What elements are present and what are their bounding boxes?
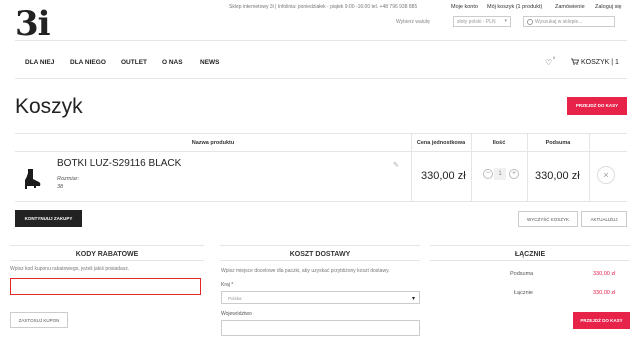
table-top-border bbox=[15, 133, 627, 134]
infoline: Sklep internetowy 3i | Infolinia: ponied… bbox=[229, 4, 418, 10]
chevron-down-icon: ▾ bbox=[504, 18, 507, 24]
chevron-down-icon: ▾ bbox=[411, 296, 415, 302]
logo[interactable]: 3i bbox=[15, 6, 51, 42]
checkout-button-top[interactable]: PRZEJDŹ DO KASY bbox=[567, 97, 627, 115]
update-cart-button[interactable]: AKTUALIZUJ bbox=[581, 211, 627, 227]
unit-price: 330,00 zł bbox=[421, 170, 466, 182]
subtotal-value: 330,00 zł bbox=[593, 271, 616, 277]
col-divider bbox=[527, 133, 528, 201]
country-label: Kraj * bbox=[221, 282, 234, 288]
minus-icon[interactable]: − bbox=[483, 169, 493, 179]
coupon-input[interactable] bbox=[10, 278, 201, 295]
section-divider bbox=[10, 245, 204, 246]
total-value: 330,00 zł bbox=[593, 290, 616, 296]
quantity-input[interactable]: 1 bbox=[494, 168, 506, 180]
checkout-button-bottom[interactable]: PRZEJDŹ DO KASY bbox=[573, 312, 630, 329]
shipping-hint: Wpisz miejsce docelowe dla paczki, aby u… bbox=[221, 268, 390, 274]
section-divider bbox=[220, 245, 420, 246]
link-order[interactable]: Zamówienie bbox=[555, 4, 585, 10]
region-label: Województwo bbox=[221, 311, 252, 317]
nav-outlet[interactable]: OUTLET bbox=[121, 59, 147, 66]
page-title: Koszyk bbox=[15, 95, 83, 118]
discount-title: KODY RABATOWE bbox=[75, 251, 139, 258]
th-product: Nazwa produktu bbox=[191, 140, 235, 146]
cart-icon bbox=[571, 58, 580, 65]
th-unit-price: Cena jednostkowa bbox=[416, 140, 466, 146]
header-divider bbox=[15, 40, 627, 41]
search-placeholder: Wyszukaj w sklepie... bbox=[535, 19, 583, 25]
product-attr-value: 38 bbox=[57, 184, 64, 190]
section-divider bbox=[430, 260, 630, 261]
continue-shopping-button[interactable]: KONTYNUUJ ZAKUPY bbox=[15, 210, 82, 227]
th-qty: Ilość bbox=[492, 140, 506, 146]
nav-o-nas[interactable]: O NAS bbox=[162, 59, 183, 66]
clear-cart-button[interactable]: WYCZYŚĆ KOSZYK bbox=[518, 211, 578, 227]
heart-icon[interactable]: ♡ bbox=[545, 58, 552, 67]
section-divider bbox=[430, 245, 630, 246]
th-subtotal: Podsuma bbox=[545, 140, 571, 146]
link-my-cart[interactable]: Mój koszyk (1 produkt) bbox=[487, 4, 542, 10]
product-image[interactable] bbox=[20, 168, 42, 190]
table-header-border bbox=[15, 151, 627, 152]
nav-news[interactable]: NEWS bbox=[200, 59, 220, 66]
cart-link[interactable]: KOSZYK | 1 bbox=[571, 58, 619, 66]
plus-icon[interactable]: + bbox=[509, 169, 519, 179]
region-input[interactable] bbox=[221, 320, 420, 336]
currency-value: złoty polski - PLN bbox=[457, 19, 496, 25]
link-my-account[interactable]: Moje konto bbox=[451, 4, 478, 10]
wishlist-count: 0 bbox=[553, 55, 556, 60]
link-login[interactable]: Zaloguj się bbox=[595, 4, 622, 10]
search-icon bbox=[527, 19, 533, 25]
search-input[interactable]: Wyszukaj w sklepie... bbox=[523, 16, 615, 27]
country-value: Polska bbox=[228, 296, 242, 301]
subtotal-label: Podsuma bbox=[510, 271, 534, 277]
col-divider bbox=[471, 133, 472, 201]
country-select[interactable]: Polska ▾ bbox=[221, 291, 420, 304]
col-divider bbox=[589, 133, 590, 201]
product-name[interactable]: BOTKI LUZ-S29116 BLACK bbox=[57, 158, 181, 169]
product-attr-label: Rozmiar: bbox=[57, 176, 80, 182]
remove-item-icon[interactable]: × bbox=[597, 166, 615, 184]
nav-divider bbox=[15, 78, 627, 79]
currency-select[interactable]: złoty polski - PLN ▾ bbox=[453, 16, 511, 27]
nav-dla-niej[interactable]: DLA NIEJ bbox=[25, 59, 54, 66]
cart-label: KOSZYK | 1 bbox=[580, 59, 619, 66]
totals-title: ŁĄCZNIE bbox=[514, 251, 546, 258]
nav-dla-niego[interactable]: DLA NIEGO bbox=[70, 59, 106, 66]
section-divider bbox=[220, 260, 420, 261]
apply-coupon-button[interactable]: ZASTOSUJ KUPON bbox=[10, 312, 68, 328]
discount-hint: Wpisz kod kuponu rabatowego, jeżeli jaki… bbox=[10, 266, 130, 272]
total-label: Łącznie bbox=[514, 290, 533, 296]
col-divider bbox=[411, 133, 412, 201]
shipping-title: KOSZT DOSTAWY bbox=[289, 251, 351, 258]
currency-label: Wybierz walutę bbox=[396, 19, 430, 25]
edit-icon[interactable]: ✎ bbox=[393, 161, 399, 169]
table-bottom-border bbox=[15, 201, 627, 202]
row-subtotal: 330,00 zł bbox=[535, 170, 580, 182]
quantity-stepper[interactable]: − 1 + bbox=[480, 167, 520, 181]
section-divider bbox=[10, 260, 204, 261]
